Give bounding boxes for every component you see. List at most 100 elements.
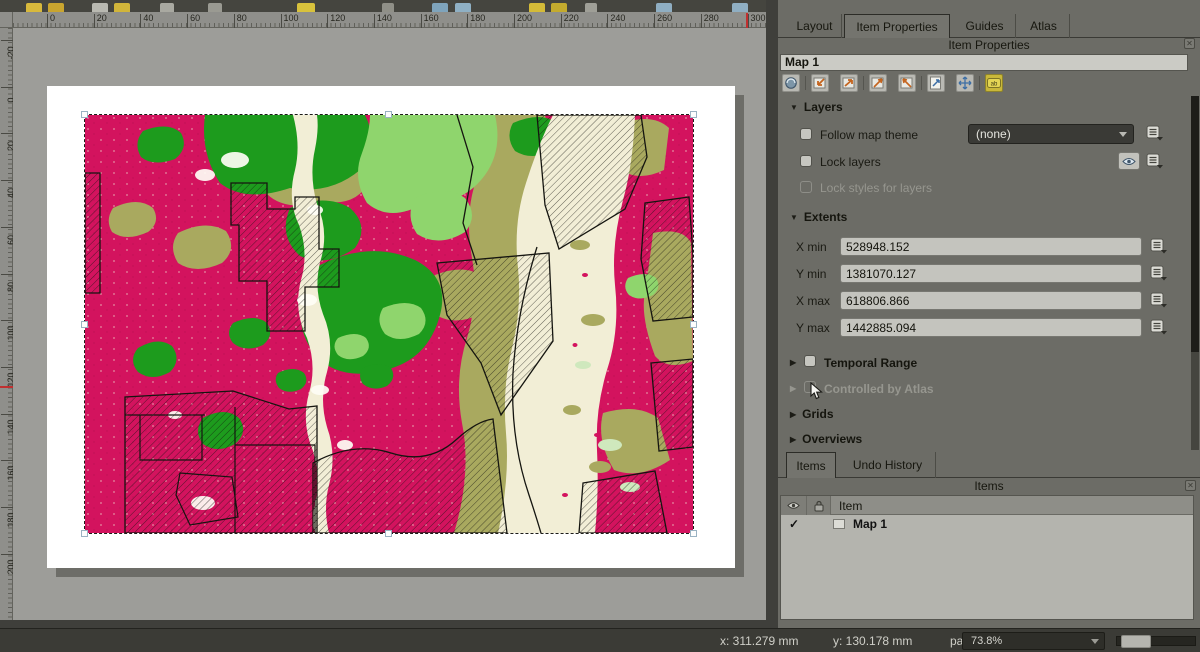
tab-items[interactable]: Items bbox=[786, 452, 836, 478]
overviews-section[interactable]: ▶Overviews bbox=[790, 432, 862, 446]
map-item-toolbar: ab bbox=[782, 74, 1192, 94]
toolbar-icon-fragment[interactable] bbox=[114, 3, 130, 12]
item-row-label[interactable]: Map 1 bbox=[853, 517, 887, 531]
ruler-major-tick bbox=[234, 14, 235, 28]
selection-handle-top-left[interactable] bbox=[81, 111, 88, 118]
lock-styles-checkbox bbox=[800, 181, 812, 193]
selection-handle-bottom-middle[interactable] bbox=[385, 530, 392, 537]
toolbar-icon-fragment[interactable] bbox=[455, 3, 471, 12]
collapse-arrow-icon: ▼ bbox=[790, 213, 798, 222]
ruler-label: 60 bbox=[190, 13, 200, 23]
x-min-label: X min bbox=[796, 240, 827, 254]
temporal-range-label: Temporal Range bbox=[824, 356, 917, 370]
cursor-x-readout: x: 311.279 mm bbox=[720, 634, 798, 648]
zoom-slider[interactable] bbox=[1116, 636, 1196, 646]
item-visible-checkmark[interactable]: ✓ bbox=[789, 517, 799, 531]
tab-guides[interactable]: Guides bbox=[954, 14, 1016, 38]
controlled-by-atlas-section: ▶ bbox=[790, 381, 802, 395]
layout-canvas[interactable] bbox=[13, 28, 766, 620]
item-column-header[interactable]: Item bbox=[839, 499, 862, 513]
extents-section-header[interactable]: ▼Extents bbox=[790, 210, 847, 224]
y-min-field[interactable] bbox=[840, 264, 1142, 283]
toolbar-icon-fragment[interactable] bbox=[656, 3, 672, 12]
items-table-header: Item bbox=[781, 496, 1193, 515]
view-map-scale-icon[interactable] bbox=[898, 74, 916, 92]
toolbar-icon-fragment[interactable] bbox=[432, 3, 448, 12]
ruler-major-tick bbox=[374, 14, 375, 28]
close-icon[interactable]: ✕ bbox=[1185, 480, 1196, 491]
lock-column-lock-icon[interactable] bbox=[807, 496, 831, 515]
interactively-edit-map-extent-icon[interactable] bbox=[927, 74, 945, 92]
mouse-cursor bbox=[810, 382, 824, 400]
data-defined-override-icon[interactable] bbox=[1150, 319, 1170, 335]
data-defined-override-icon[interactable] bbox=[1146, 153, 1166, 169]
selection-handle-top-middle[interactable] bbox=[385, 111, 392, 118]
temporal-range-checkbox[interactable] bbox=[804, 355, 816, 367]
toolbar-icon-fragment[interactable] bbox=[92, 3, 108, 12]
data-defined-override-icon[interactable] bbox=[1150, 265, 1170, 281]
x-min-field[interactable] bbox=[840, 237, 1142, 256]
y-max-label: Y max bbox=[796, 321, 830, 335]
map-item-selection-frame[interactable] bbox=[84, 114, 694, 534]
toolbar-icon-fragment[interactable] bbox=[585, 3, 597, 12]
toolbar-icon-fragment[interactable] bbox=[382, 3, 394, 12]
horizontal-ruler-position-marker bbox=[746, 13, 748, 28]
items-table-row[interactable]: ✓ Map 1 bbox=[781, 515, 1193, 535]
zoom-slider-handle[interactable] bbox=[1121, 635, 1151, 648]
selection-handle-middle-right[interactable] bbox=[690, 321, 697, 328]
close-icon[interactable]: ✕ bbox=[1184, 38, 1195, 49]
ruler-major-tick bbox=[421, 14, 422, 28]
visibility-column-eye-icon[interactable] bbox=[781, 496, 807, 515]
scrollbar-thumb[interactable] bbox=[1191, 96, 1199, 352]
toolbar-icon-fragment[interactable] bbox=[297, 3, 315, 12]
toolbar-icon-fragment[interactable] bbox=[529, 3, 545, 12]
tab-undo-history[interactable]: Undo History bbox=[840, 452, 936, 478]
toolbar-icon-fragment[interactable] bbox=[208, 3, 222, 12]
lock-layers-checkbox[interactable] bbox=[800, 155, 812, 167]
ruler-label: 140 bbox=[377, 13, 392, 23]
ruler-label: 20 bbox=[97, 13, 107, 23]
tab-layout[interactable]: Layout bbox=[788, 14, 842, 38]
expand-arrow-icon: ▶ bbox=[790, 358, 796, 367]
follow-map-theme-checkbox[interactable] bbox=[800, 128, 812, 140]
selection-handle-bottom-right[interactable] bbox=[690, 530, 697, 537]
view-current-map-canvas-extent-icon[interactable] bbox=[840, 74, 858, 92]
panel-scrollbar[interactable] bbox=[1191, 96, 1199, 450]
ruler-major-tick bbox=[47, 14, 48, 28]
set-map-canvas-extent-icon[interactable] bbox=[811, 74, 829, 92]
toolbar-icon-fragment[interactable] bbox=[551, 3, 567, 12]
zoom-level-combo[interactable]: 73.8% bbox=[962, 632, 1105, 650]
data-defined-override-icon[interactable] bbox=[1150, 238, 1170, 254]
temporal-range-section[interactable]: ▶ bbox=[790, 355, 802, 369]
ruler-label: 80 bbox=[237, 13, 247, 23]
ruler-major-tick bbox=[561, 14, 562, 28]
status-bar: x: 311.279 mm y: 130.178 mm page: 1 73.8… bbox=[0, 628, 1200, 652]
horizontal-ruler: 0204060801001201401601802002202402602803… bbox=[13, 12, 766, 28]
visibility-preset-eye-icon[interactable] bbox=[1118, 152, 1140, 170]
data-defined-override-icon[interactable] bbox=[1146, 125, 1166, 141]
tab-item-properties[interactable]: Item Properties bbox=[844, 14, 950, 38]
move-map-content-icon[interactable] bbox=[956, 74, 974, 92]
vertical-ruler-position-marker bbox=[0, 386, 13, 388]
data-defined-override-icon[interactable] bbox=[1150, 292, 1170, 308]
toolbar-icon-fragment[interactable] bbox=[160, 3, 174, 12]
toolbar-icon-fragment[interactable] bbox=[26, 3, 42, 12]
x-max-field[interactable] bbox=[840, 291, 1142, 310]
set-map-scale-icon[interactable] bbox=[869, 74, 887, 92]
selection-handle-top-right[interactable] bbox=[690, 111, 697, 118]
grids-section[interactable]: ▶Grids bbox=[790, 407, 834, 421]
layers-section-header[interactable]: ▼Layers bbox=[790, 100, 843, 114]
selection-handle-bottom-left[interactable] bbox=[81, 530, 88, 537]
ruler-label: 200 bbox=[517, 13, 532, 23]
expand-arrow-icon: ▶ bbox=[790, 384, 796, 393]
y-max-field[interactable] bbox=[840, 318, 1142, 337]
ruler-label: 300 bbox=[751, 13, 766, 23]
ruler-label: 220 bbox=[564, 13, 579, 23]
labeling-settings-icon[interactable]: ab bbox=[985, 74, 1003, 92]
tab-atlas[interactable]: Atlas bbox=[1018, 14, 1070, 38]
toolbar-icon-fragment[interactable] bbox=[48, 3, 64, 12]
toolbar-icon-fragment[interactable] bbox=[732, 3, 748, 12]
selection-handle-middle-left[interactable] bbox=[81, 321, 88, 328]
map-theme-select[interactable]: (none) bbox=[968, 124, 1134, 144]
update-map-preview-icon[interactable] bbox=[782, 74, 800, 92]
